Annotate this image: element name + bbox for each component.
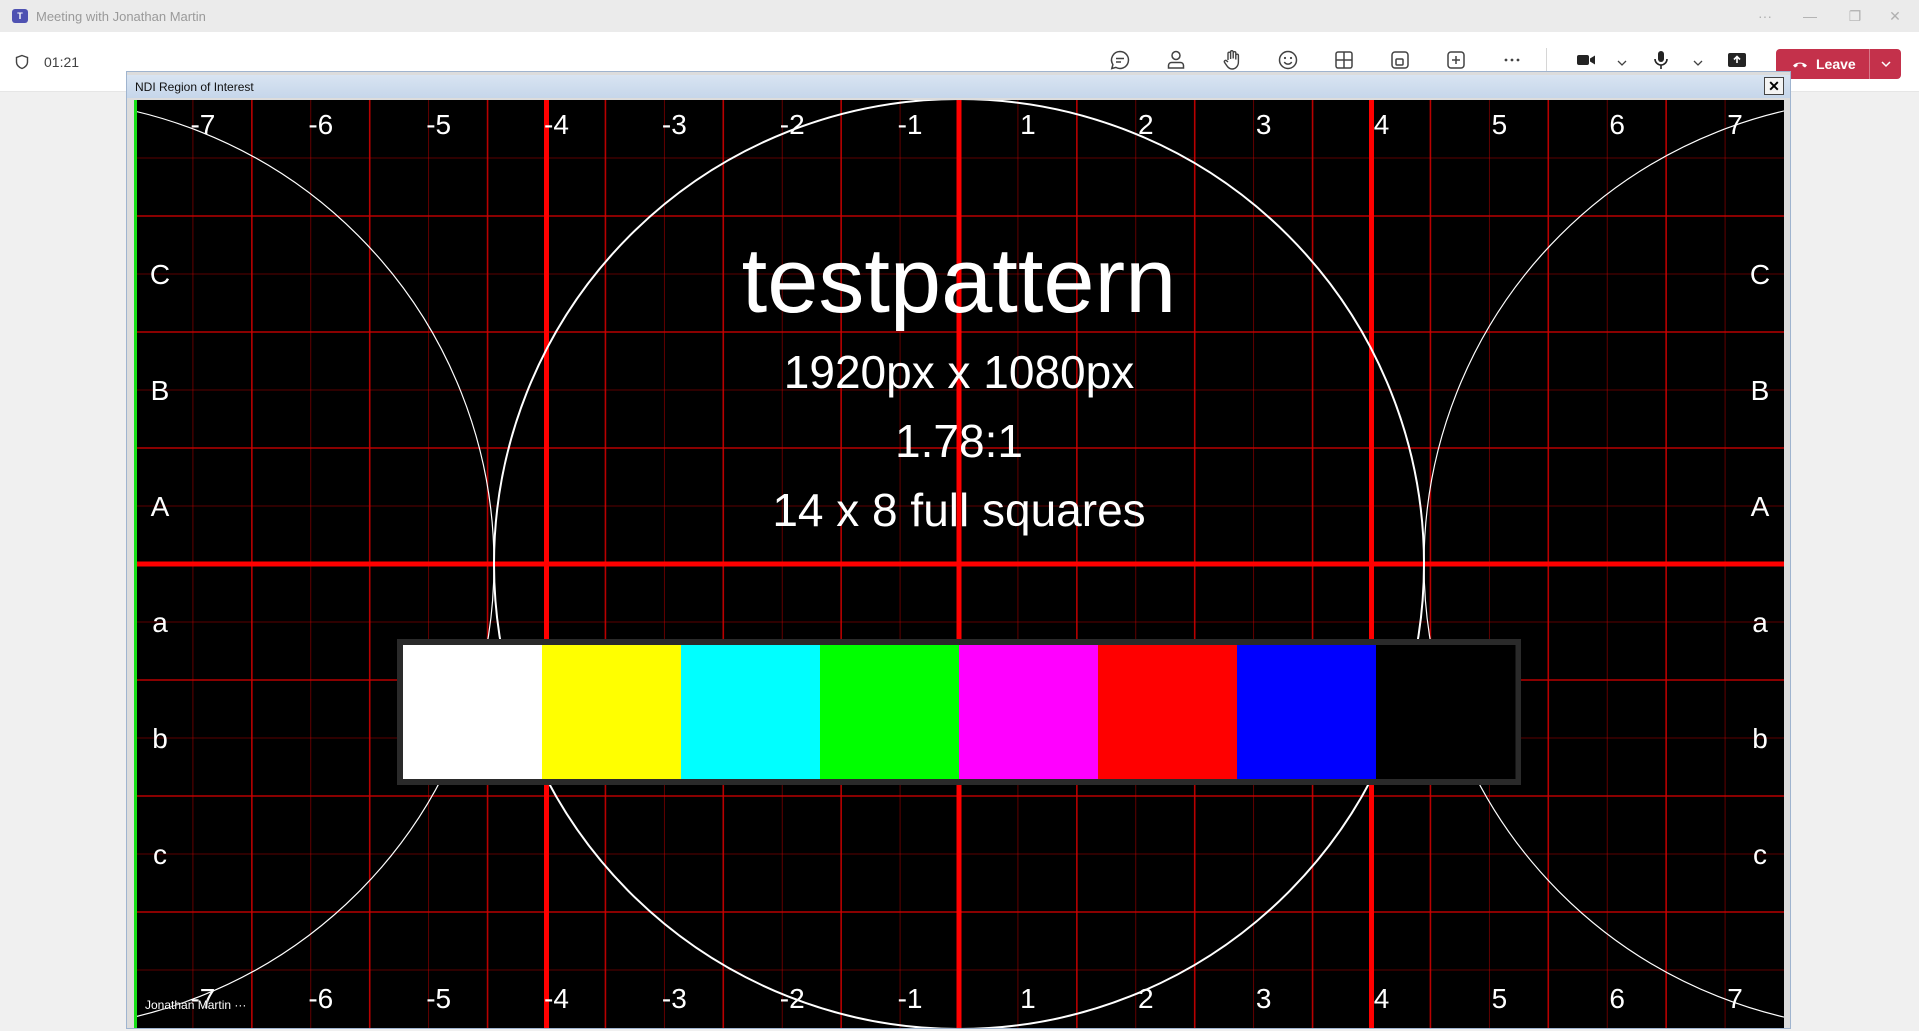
participant-name-tag: Jonathan Martin ··· (145, 998, 246, 1012)
rooms-icon (1391, 51, 1409, 69)
row-label-right: c (1753, 839, 1767, 870)
more-icon (1504, 58, 1520, 62)
green-edge-bar (134, 100, 137, 1028)
column-label-top: -2 (780, 109, 805, 140)
column-label-top: 4 (1374, 109, 1390, 140)
color-bar (542, 645, 682, 779)
leave-options-chevron[interactable] (1870, 49, 1901, 79)
phone-hangup-icon (1793, 62, 1807, 68)
close-icon[interactable]: ✕ (1880, 6, 1910, 26)
mic-options-chevron-icon[interactable] (1691, 56, 1705, 70)
color-bar (1237, 645, 1377, 779)
shield-icon (15, 54, 29, 70)
pattern-aspect: 1.78:1 (895, 415, 1023, 467)
row-label-left: c (153, 839, 167, 870)
column-label-top: 2 (1138, 109, 1154, 140)
minimize-icon[interactable]: — (1795, 6, 1825, 26)
color-bar (1376, 645, 1516, 779)
column-label-top: 3 (1256, 109, 1272, 140)
ndi-title: NDI Region of Interest (135, 80, 254, 94)
more-options-icon[interactable]: ··· (1750, 6, 1780, 26)
participant-more-icon[interactable]: ··· (234, 998, 246, 1012)
column-label-bottom: -5 (426, 983, 451, 1014)
column-label-top: -3 (662, 109, 687, 140)
row-label-left: a (152, 607, 168, 638)
test-pattern-graphic: -7-7-6-6-5-5-4-4-3-3-2-2-1-1112233445566… (134, 100, 1784, 1028)
row-label-right: C (1750, 259, 1770, 290)
camera-icon (1577, 55, 1595, 65)
column-label-top: 7 (1727, 109, 1743, 140)
row-label-left: b (152, 723, 168, 754)
chat-icon (1110, 50, 1130, 70)
column-label-bottom: -6 (308, 983, 333, 1014)
column-label-bottom: 3 (1256, 983, 1272, 1014)
column-label-top: -4 (544, 109, 569, 140)
leave-button[interactable]: Leave (1776, 49, 1901, 79)
row-label-left: C (150, 259, 170, 290)
teams-icon: T (12, 9, 28, 23)
meeting-timer: 01:21 (44, 54, 80, 70)
share-icon (1728, 53, 1746, 67)
column-label-top: -5 (426, 109, 451, 140)
window-title-bar: T Meeting with Jonathan Martin ··· — ❐ ✕ (0, 0, 1919, 32)
column-label-bottom: 6 (1609, 983, 1625, 1014)
test-pattern-video: -7 -7 -6 -6 -5 -5 -4 -4 -3 -3 -2 -2 -1 -1 1 1 2 2 3 3 4 4 5 5 6 6… (134, 100, 1784, 1028)
camera-options-chevron-icon[interactable] (1615, 56, 1629, 70)
color-bar (820, 645, 960, 779)
ndi-close-button[interactable]: ✕ (1764, 77, 1784, 95)
column-label-top: 1 (1020, 109, 1036, 140)
pattern-squares: 14 x 8 full squares (772, 484, 1145, 536)
column-label-top: -6 (308, 109, 333, 140)
column-label-bottom: 5 (1492, 983, 1508, 1014)
column-label-top: 6 (1609, 109, 1625, 140)
color-bar (959, 645, 1099, 779)
column-label-bottom: 4 (1374, 983, 1390, 1014)
column-label-bottom: -2 (780, 983, 805, 1014)
leave-label: Leave (1816, 56, 1856, 72)
color-bar (403, 645, 543, 779)
emoji-icon (1278, 50, 1298, 70)
hand-icon (1223, 50, 1240, 70)
row-label-left: A (151, 491, 170, 522)
row-label-right: A (1751, 491, 1770, 522)
column-label-bottom: 1 (1020, 983, 1036, 1014)
grid-icon (1335, 51, 1353, 69)
column-label-bottom: -3 (662, 983, 687, 1014)
color-bar (1098, 645, 1238, 779)
column-label-bottom: -1 (898, 983, 923, 1014)
column-label-top: -7 (190, 109, 215, 140)
row-label-left: B (151, 375, 170, 406)
chevron-down-icon (1880, 61, 1891, 68)
window-title: Meeting with Jonathan Martin (36, 9, 206, 24)
mic-icon (1654, 51, 1668, 69)
row-label-right: B (1751, 375, 1770, 406)
row-label-right: a (1752, 607, 1768, 638)
pattern-title: testpattern (742, 230, 1177, 332)
pattern-resolution: 1920px x 1080px (784, 346, 1134, 398)
color-bars (397, 639, 1521, 785)
ndi-window: NDI Region of Interest ✕ -7 -7 -6 -6 -5 -5 -4-… (126, 71, 1791, 1029)
column-label-bottom: -4 (544, 983, 569, 1014)
color-bar (681, 645, 821, 779)
ndi-title-bar: NDI Region of Interest ✕ (127, 75, 1790, 98)
plus-square-icon (1447, 51, 1465, 69)
column-label-bottom: 7 (1727, 983, 1743, 1014)
maximize-icon[interactable]: ❐ (1840, 6, 1870, 26)
column-label-bottom: 2 (1138, 983, 1154, 1014)
row-label-right: b (1752, 723, 1768, 754)
column-label-top: -1 (898, 109, 923, 140)
column-label-top: 5 (1492, 109, 1508, 140)
pattern-text: testpattern 1920px x 1080px 1.78:1 14 x … (742, 230, 1177, 536)
participant-name: Jonathan Martin (145, 998, 232, 1012)
people-icon (1167, 50, 1185, 69)
